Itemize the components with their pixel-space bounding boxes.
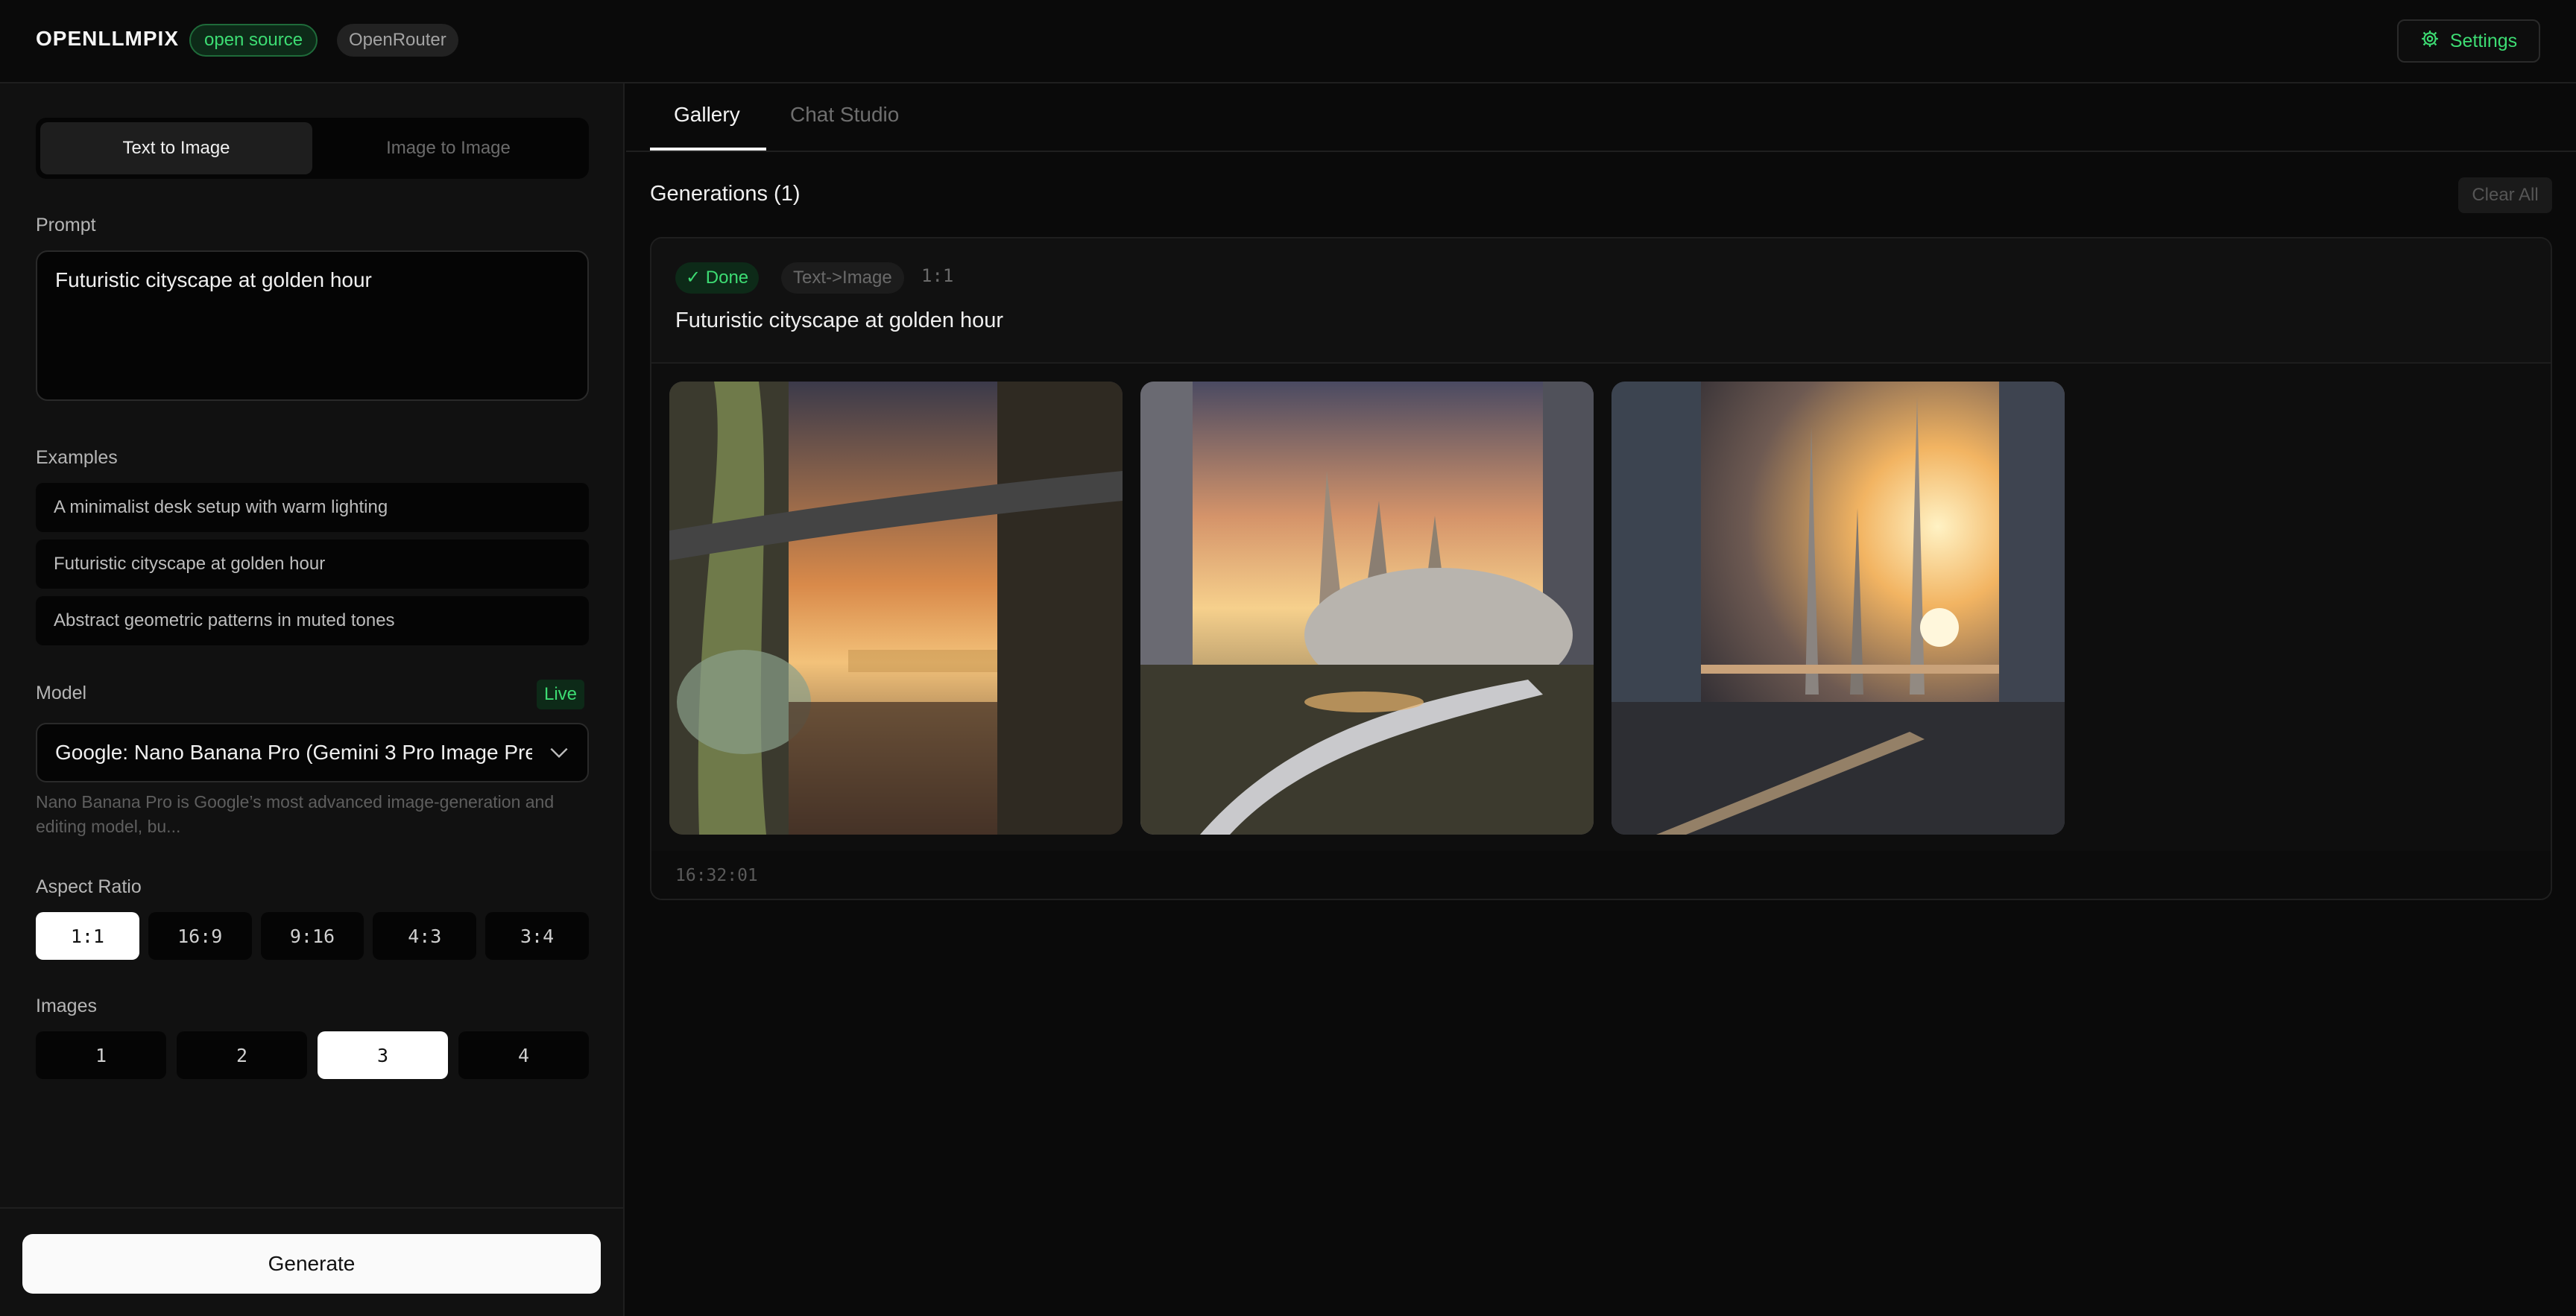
example-item[interactable]: A minimalist desk setup with warm lighti… bbox=[36, 483, 589, 532]
active-tab-indicator bbox=[650, 148, 766, 151]
images-option-1[interactable]: 1 bbox=[36, 1031, 166, 1079]
aspect-option-3-4[interactable]: 3:4 bbox=[485, 912, 589, 960]
openrouter-badge: OpenRouter bbox=[337, 24, 458, 57]
ratio-chip: 1:1 bbox=[921, 265, 954, 286]
chevron-down-icon bbox=[550, 747, 568, 759]
generation-card-footer: 16:32:01 bbox=[651, 851, 2551, 899]
mode-toggle: Text to Image Image to Image bbox=[36, 118, 589, 179]
images-option-4[interactable]: 4 bbox=[458, 1031, 589, 1079]
sidebar-footer: Generate bbox=[0, 1207, 625, 1316]
top-header: OPENLLMPIX open source OpenRouter Settin… bbox=[0, 0, 2576, 83]
aspect-option-16-9[interactable]: 16:9 bbox=[148, 912, 252, 960]
generation-timestamp: 16:32:01 bbox=[675, 866, 758, 885]
aspect-ratio-group: 1:1 16:9 9:16 4:3 3:4 bbox=[36, 912, 589, 960]
aspect-option-1-1[interactable]: 1:1 bbox=[36, 912, 139, 960]
aspect-option-9-16[interactable]: 9:16 bbox=[260, 912, 364, 960]
aspect-ratio-label: Aspect Ratio bbox=[36, 876, 142, 897]
images-option-3[interactable]: 3 bbox=[318, 1031, 448, 1079]
sidebar: Text to Image Image to Image Prompt Futu… bbox=[0, 83, 625, 1316]
settings-button[interactable]: Settings bbox=[2397, 19, 2540, 63]
generate-button[interactable]: Generate bbox=[22, 1234, 601, 1294]
prompt-label: Prompt bbox=[36, 215, 96, 235]
tab-gallery[interactable]: Gallery bbox=[674, 103, 740, 127]
model-label: Model bbox=[36, 683, 87, 703]
generation-card-header: ✓ Done Text->Image 1:1 Futuristic citysc… bbox=[651, 238, 2551, 364]
open-source-badge: open source bbox=[189, 24, 318, 57]
mode-chip: Text->Image bbox=[781, 262, 904, 294]
tab-image-to-image[interactable]: Image to Image bbox=[312, 122, 584, 174]
generated-image-1[interactable] bbox=[669, 382, 1123, 835]
aspect-option-4-3[interactable]: 4:3 bbox=[373, 912, 477, 960]
model-select[interactable]: Google: Nano Banana Pro (Gemini 3 Pro Im… bbox=[36, 723, 589, 782]
images-count-group: 1 2 3 4 bbox=[36, 1031, 589, 1079]
live-badge: Live bbox=[537, 680, 585, 709]
generations-title: Generations (1) bbox=[650, 182, 801, 206]
tab-chat-studio[interactable]: Chat Studio bbox=[790, 103, 899, 127]
example-item[interactable]: Abstract geometric patterns in muted ton… bbox=[36, 596, 589, 645]
main-tabs: Gallery Chat Studio bbox=[626, 83, 2576, 152]
tab-text-to-image[interactable]: Text to Image bbox=[40, 122, 312, 174]
images-label: Images bbox=[36, 996, 97, 1016]
settings-label: Settings bbox=[2449, 30, 2518, 51]
generated-image-2[interactable] bbox=[1140, 382, 1594, 835]
status-badge: ✓ Done bbox=[675, 262, 760, 294]
generation-card: ✓ Done Text->Image 1:1 Futuristic citysc… bbox=[650, 237, 2552, 900]
generation-prompt: Futuristic cityscape at golden hour bbox=[675, 309, 1004, 332]
brand-logo: OPENLLMPIX bbox=[36, 27, 180, 50]
clear-all-button[interactable]: Clear All bbox=[2458, 177, 2552, 213]
example-item[interactable]: Futuristic cityscape at golden hour bbox=[36, 540, 589, 589]
model-description: Nano Banana Pro is Google’s most advance… bbox=[36, 792, 555, 836]
images-option-2[interactable]: 2 bbox=[177, 1031, 307, 1079]
model-value: Google: Nano Banana Pro (Gemini 3 Pro Im… bbox=[55, 741, 532, 764]
gear-icon bbox=[2420, 29, 2440, 54]
examples-label: Examples bbox=[36, 447, 118, 468]
prompt-textarea[interactable]: Futuristic cityscape at golden hour bbox=[36, 250, 589, 401]
generated-image-3[interactable] bbox=[1611, 382, 2065, 835]
